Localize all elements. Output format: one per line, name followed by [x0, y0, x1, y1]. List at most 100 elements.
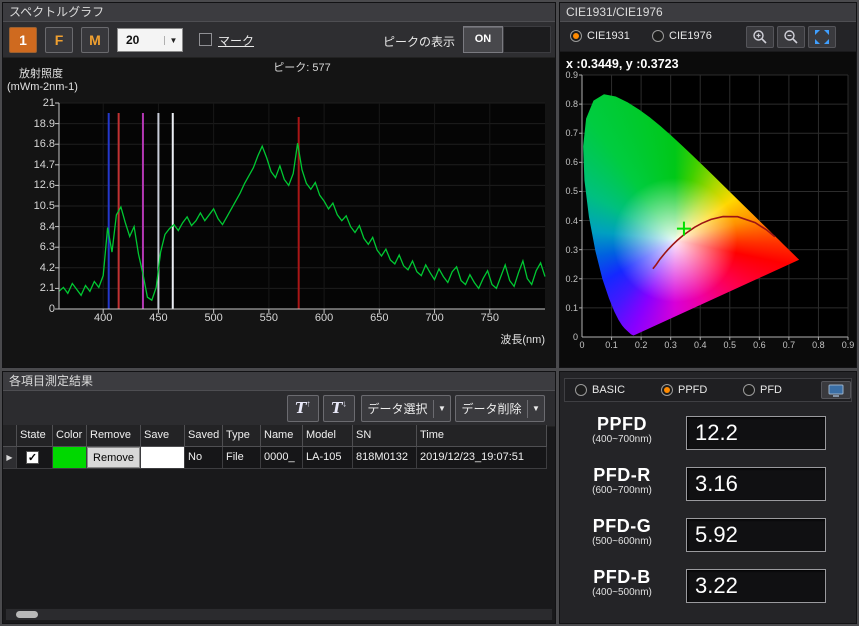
average-count-dropdown[interactable]: 20 ▼ [117, 28, 183, 52]
cie-panel-title: CIE1931/CIE1976 [560, 3, 856, 22]
tick-label: 700 [419, 312, 451, 324]
saved-cell: No [185, 447, 223, 469]
ppfd-label-block: PPFD (400~700nm) [560, 414, 684, 445]
mark-checkbox-label[interactable]: マーク [218, 32, 254, 49]
tick-label: 18.9 [34, 118, 55, 130]
horizontal-scrollbar[interactable] [5, 608, 553, 621]
pfd-b-range: (400~500nm) [560, 587, 684, 598]
y-axis-title-line2: (mWm-2nm-1) [7, 81, 78, 93]
ppfd-mode-row: BASIC PPFD PFD [564, 378, 852, 402]
type-cell: File [223, 447, 261, 469]
peak-display-on-toggle[interactable]: ON [463, 26, 503, 53]
column-header-time[interactable]: Time [417, 425, 547, 447]
data-select-button[interactable]: データ選択 ▼ [361, 395, 451, 422]
row-header-cell: ▶ [3, 447, 17, 469]
radio-ppfd-dot [661, 384, 673, 396]
font-increase-button[interactable]: T↑ [287, 395, 319, 422]
tick-label: 0.4 [690, 340, 710, 350]
data-delete-label: データ削除 [456, 400, 527, 417]
tick-label: 0.1 [565, 303, 578, 313]
cie-x-axis-labels: 00.10.20.30.40.50.60.70.80.9 [582, 340, 848, 350]
cie-toolbar: CIE1931 CIE1976 [560, 22, 856, 52]
column-header-remove[interactable]: Remove [87, 425, 141, 447]
mark-checkbox[interactable] [199, 33, 212, 46]
table-row[interactable]: ▶ ✓ Remove No File 0000_ LA-105 818M0132… [3, 447, 547, 469]
column-header-sn[interactable]: SN [353, 425, 417, 447]
data-select-arrow-icon: ▼ [434, 404, 450, 413]
check-icon: ✓ [28, 452, 37, 464]
font-decrease-arrow-icon: ↓ [342, 399, 347, 409]
radio-basic[interactable]: BASIC [575, 384, 625, 396]
scrollbar-thumb[interactable] [16, 611, 38, 618]
pfd-g-label-block: PFD-G (500~600nm) [560, 516, 684, 547]
cie-overlay-svg [582, 75, 848, 337]
spectrum-x-axis-labels: 400450500550600650700750 [59, 312, 545, 326]
spectrum-panel-title: スペクトルグラフ [3, 3, 555, 22]
zoom-out-icon [783, 29, 799, 45]
remove-button[interactable]: Remove [87, 447, 140, 468]
measurement-results-panel: 各項目測定結果 T↑ T↓ データ選択 ▼ データ削除 ▼ Sta [2, 371, 556, 624]
peak-display-off-area[interactable] [503, 26, 551, 53]
spectrum-line [59, 143, 545, 300]
model-cell: LA-105 [303, 447, 353, 469]
tick-label: 750 [474, 312, 506, 324]
app-window: スペクトルグラフ 1 F M 20 ▼ マーク ピークの表示 ON ピーク: 5… [0, 0, 859, 626]
tick-label: 0.9 [565, 70, 578, 80]
tick-label: 600 [308, 312, 340, 324]
peak-display-label: ピークの表示 [355, 33, 455, 50]
display-settings-button[interactable] [821, 381, 851, 399]
display-mode-m-button[interactable]: M [81, 27, 109, 53]
combo-arrow-icon: ▼ [164, 36, 182, 45]
save-cell[interactable] [141, 447, 184, 468]
radio-cie1931[interactable]: CIE1931 [570, 30, 630, 42]
zoom-out-button[interactable] [777, 26, 805, 48]
name-cell: 0000_ [261, 447, 303, 469]
display-mode-f-button[interactable]: F [45, 27, 73, 53]
column-header-color[interactable]: Color [53, 425, 87, 447]
tick-label: 0.3 [565, 245, 578, 255]
tick-label: 2.1 [40, 282, 55, 294]
results-panel-title: 各項目測定結果 [3, 372, 555, 391]
column-header-state[interactable]: State [17, 425, 53, 447]
tick-label: 0.6 [749, 340, 769, 350]
column-header-saved[interactable]: Saved [185, 425, 223, 447]
radio-pfd[interactable]: PFD [743, 384, 782, 396]
pfd-g-range: (500~600nm) [560, 536, 684, 547]
column-header-model[interactable]: Model [303, 425, 353, 447]
tick-label: 500 [198, 312, 230, 324]
zoom-in-button[interactable] [746, 26, 774, 48]
column-header-name[interactable]: Name [261, 425, 303, 447]
tick-label: 0.8 [808, 340, 828, 350]
tick-label: 12.6 [34, 179, 55, 191]
results-panel-title-text: 各項目測定結果 [9, 374, 93, 388]
tick-label: 0.9 [838, 340, 858, 350]
column-header-type[interactable]: Type [223, 425, 261, 447]
radio-cie1976-dot [652, 30, 664, 42]
time-cell: 2019/12/23_19:07:51 [417, 447, 547, 469]
display-mode-1-button[interactable]: 1 [9, 27, 37, 53]
tick-label: 0.5 [565, 186, 578, 196]
radio-cie1976[interactable]: CIE1976 [652, 30, 712, 42]
planckian-locus [653, 217, 775, 269]
spectrum-panel-title-text: スペクトルグラフ [9, 5, 104, 19]
tick-label: 0.1 [602, 340, 622, 350]
state-checkbox[interactable]: ✓ [26, 451, 39, 464]
font-decrease-button[interactable]: T↓ [323, 395, 355, 422]
zoom-fit-button[interactable] [808, 26, 836, 48]
cie-y-axis-labels: 00.10.20.30.40.50.60.70.80.9 [560, 75, 580, 337]
pfd-r-range: (600~700nm) [560, 485, 684, 496]
spectrum-plot-area[interactable] [59, 103, 545, 309]
cie-plot-area[interactable] [582, 75, 848, 337]
tick-label: 4.2 [40, 262, 55, 274]
spectrum-y-axis-labels: 2118.916.814.712.610.58.46.34.22.10 [15, 103, 57, 309]
remove-cell: Remove [87, 447, 141, 469]
zoom-fit-icon [814, 29, 830, 45]
column-header-save[interactable]: Save [141, 425, 185, 447]
radio-ppfd[interactable]: PPFD [661, 384, 707, 396]
tick-label: 450 [142, 312, 174, 324]
data-delete-button[interactable]: データ削除 ▼ [455, 395, 545, 422]
color-cell[interactable] [53, 447, 87, 469]
average-count-value: 20 [118, 33, 164, 47]
tick-label: 0.3 [661, 340, 681, 350]
ppfd-value: 12.2 [686, 416, 826, 450]
